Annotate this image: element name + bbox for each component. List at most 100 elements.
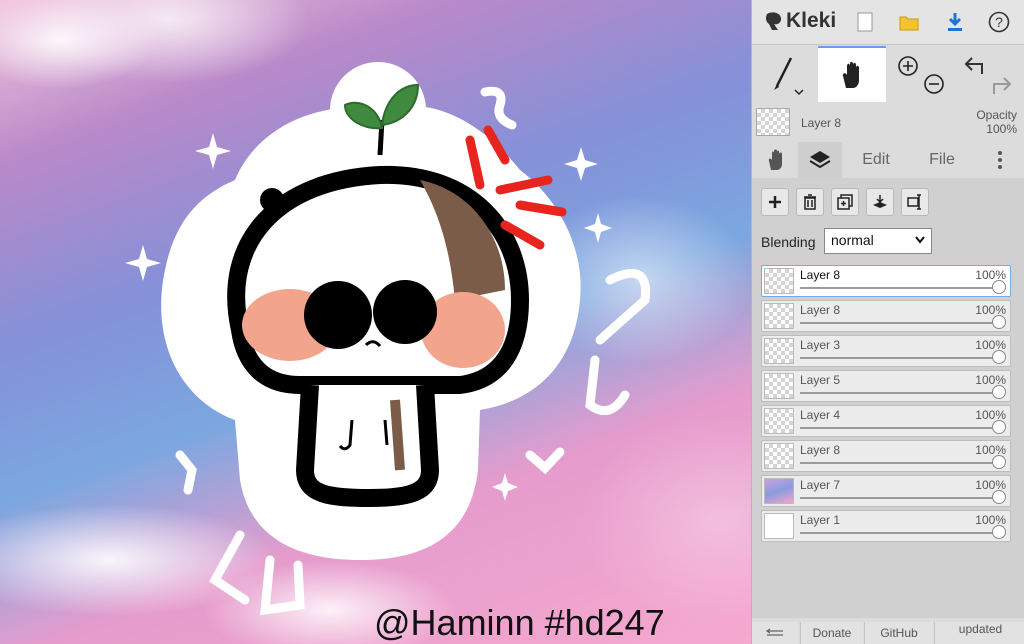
layer-opacity-slider[interactable]	[800, 392, 998, 394]
layer-item[interactable]: Layer 1 100%	[761, 510, 1011, 542]
layer-thumbnail	[764, 373, 794, 399]
layer-opacity-slider[interactable]	[800, 427, 998, 429]
blending-select[interactable]: normal	[824, 228, 932, 254]
top-bar: Kleki ?	[752, 0, 1024, 45]
layers-panel: Blending normal Layer 8 100% Layer 8 100…	[752, 178, 1024, 618]
layer-item[interactable]: Layer 8 100%	[761, 300, 1011, 332]
merge-down-button[interactable]	[866, 188, 894, 216]
hand-tool-button[interactable]	[818, 46, 886, 102]
undo-icon[interactable]	[964, 57, 983, 74]
blending-label: Blending	[761, 234, 816, 250]
sidebar: Kleki ? Layer 8 Opacity 100% Edit File B…	[751, 0, 1024, 644]
download-icon	[948, 13, 962, 31]
layer-list: Layer 8 100% Layer 8 100% Layer 3 100% L…	[761, 265, 1011, 545]
footer: Donate GitHub updated	[752, 620, 1024, 644]
layer-opacity-knob[interactable]	[992, 525, 1006, 539]
layer-opacity-knob[interactable]	[992, 315, 1006, 329]
layer-thumbnail	[764, 268, 794, 294]
redo-icon[interactable]	[993, 77, 1012, 94]
layer-name: Layer 4	[800, 408, 841, 422]
github-link[interactable]: GitHub	[864, 622, 933, 644]
panel-tabs: Edit File	[752, 142, 1024, 178]
layer-opacity-knob[interactable]	[992, 420, 1006, 434]
layer-opacity-slider[interactable]	[800, 462, 998, 464]
more-icon	[998, 151, 1002, 169]
brush-tool-button[interactable]	[752, 46, 818, 102]
layer-item[interactable]: Layer 8 100%	[761, 265, 1011, 297]
current-layer-thumbnail	[756, 108, 790, 136]
layer-thumbnail	[764, 443, 794, 469]
duplicate-layer-icon	[837, 194, 853, 210]
layer-opacity-slider[interactable]	[800, 532, 998, 534]
layer-item[interactable]: Layer 7 100%	[761, 475, 1011, 507]
tab-hand[interactable]	[756, 142, 796, 178]
layer-item[interactable]: Layer 5 100%	[761, 370, 1011, 402]
layer-opacity-knob[interactable]	[992, 455, 1006, 469]
new-file-icon	[857, 12, 873, 32]
layer-item[interactable]: Layer 4 100%	[761, 405, 1011, 437]
artwork	[125, 62, 651, 616]
kleki-logo[interactable]: Kleki	[764, 9, 836, 33]
help-button[interactable]: ?	[982, 6, 1016, 38]
delete-layer-icon	[804, 194, 816, 210]
layers-icon	[809, 151, 831, 169]
history-controls	[956, 46, 1020, 102]
collapse-icon	[766, 628, 783, 636]
layer-opacity-slider[interactable]	[800, 357, 998, 359]
help-icon: ?	[988, 11, 1010, 33]
kleki-logo-icon	[765, 12, 782, 30]
tab-file[interactable]: File	[912, 142, 972, 178]
layer-opacity-knob[interactable]	[992, 490, 1006, 504]
download-button[interactable]	[938, 6, 972, 38]
app-name: Kleki	[786, 9, 837, 32]
more-menu-button[interactable]	[984, 142, 1016, 178]
current-layer-preview[interactable]: Layer 8 Opacity 100%	[756, 108, 1021, 138]
drawing-canvas[interactable]: @Haminn #hd247	[0, 0, 751, 644]
layer-thumbnail	[764, 478, 794, 504]
zoom-in-icon[interactable]	[898, 56, 918, 76]
layer-name: Layer 8	[800, 443, 841, 457]
zoom-controls	[892, 46, 948, 102]
blending-value: normal	[831, 232, 874, 248]
layer-thumbnail	[764, 513, 794, 539]
layer-opacity-knob[interactable]	[992, 280, 1006, 294]
new-file-button[interactable]	[848, 6, 882, 38]
tab-layers[interactable]	[798, 142, 842, 178]
watermark-text: @Haminn #hd247	[374, 602, 665, 643]
duplicate-layer-button[interactable]	[831, 188, 859, 216]
tab-edit[interactable]: Edit	[848, 142, 904, 178]
donate-link[interactable]: Donate	[800, 622, 863, 644]
svg-text:?: ?	[995, 14, 1003, 30]
delete-layer-button[interactable]	[796, 188, 824, 216]
layer-item[interactable]: Layer 3 100%	[761, 335, 1011, 367]
collapse-sidebar-button[interactable]	[752, 622, 798, 644]
layer-thumbnail	[764, 303, 794, 329]
layer-name: Layer 3	[800, 338, 841, 352]
layer-opacity-slider[interactable]	[800, 322, 998, 324]
current-layer-opacity: Opacity 100%	[976, 108, 1017, 136]
layer-item[interactable]: Layer 8 100%	[761, 440, 1011, 472]
layer-thumbnail	[764, 338, 794, 364]
add-layer-button[interactable]	[761, 188, 789, 216]
layer-opacity-slider[interactable]	[800, 497, 998, 499]
hand-icon	[842, 61, 859, 88]
layer-name: Layer 7	[800, 478, 841, 492]
tool-row	[752, 46, 1024, 104]
hand-tab-icon	[768, 149, 782, 170]
layer-thumbnail	[764, 408, 794, 434]
layer-opacity-knob[interactable]	[992, 385, 1006, 399]
layer-name: Layer 8	[800, 268, 841, 282]
layer-name: Layer 5	[800, 373, 841, 387]
layer-name: Layer 8	[800, 303, 841, 317]
merge-down-icon	[873, 195, 887, 208]
layer-opacity-slider[interactable]	[800, 287, 998, 289]
chevron-down-icon	[915, 236, 925, 244]
open-folder-icon	[899, 16, 919, 31]
current-layer-name: Layer 8	[801, 116, 842, 130]
updated-link[interactable]: updated	[934, 622, 1024, 644]
layer-name: Layer 1	[800, 513, 841, 527]
layer-opacity-knob[interactable]	[992, 350, 1006, 364]
zoom-out-icon[interactable]	[924, 74, 944, 94]
rename-layer-button[interactable]	[901, 188, 929, 216]
open-file-button[interactable]	[892, 6, 926, 38]
